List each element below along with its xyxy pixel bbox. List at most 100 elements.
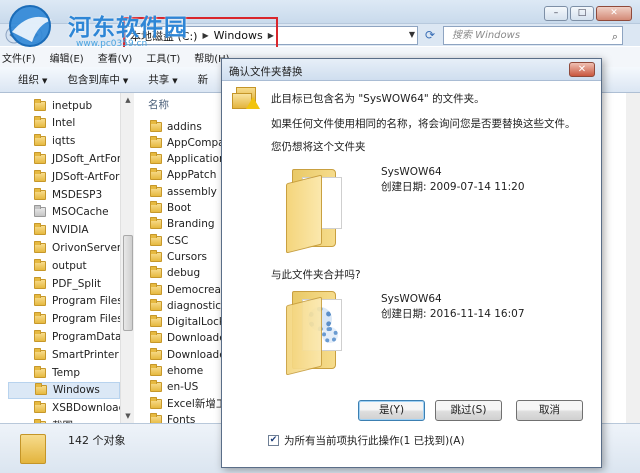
dialog-prompt-merge: 与此文件夹合并吗? — [271, 269, 361, 281]
folder-icon — [34, 276, 46, 289]
nav-item[interactable]: inetpub — [34, 97, 92, 114]
menu-view[interactable]: 查看(V) — [96, 50, 135, 65]
close-button[interactable]: ✕ — [596, 6, 632, 21]
list-item[interactable]: Downloaded — [150, 346, 232, 363]
nav-item[interactable]: MSOCache — [34, 204, 109, 221]
source-folder-date: 创建日期: 2009-07-14 11:20 — [381, 181, 525, 193]
list-item[interactable]: DigitalLocke — [150, 314, 231, 331]
list-item[interactable]: en-US — [150, 379, 198, 396]
gear-icon — [322, 327, 338, 343]
list-item[interactable]: Democreate — [150, 281, 232, 298]
nav-item[interactable]: output — [34, 257, 87, 274]
scroll-up-icon[interactable]: ▲ — [121, 93, 135, 107]
list-item[interactable]: Application — [150, 151, 226, 168]
minimize-button[interactable]: – — [544, 6, 568, 21]
folder-icon — [34, 312, 46, 325]
nav-item-label: OrivonServer — [52, 241, 122, 254]
nav-item-label: Temp — [52, 366, 80, 379]
list-item[interactable]: debug — [150, 265, 200, 282]
list-item[interactable]: Downloaded — [150, 330, 232, 347]
nav-item[interactable]: MSDESP3 — [34, 186, 102, 203]
cancel-button[interactable]: 取消 — [516, 400, 583, 421]
menu-edit[interactable]: 编辑(E) — [48, 50, 86, 65]
dialog-titlebar: 确认文件夹替换 ✕ — [222, 59, 601, 81]
list-item[interactable]: AppCompat — [150, 134, 229, 151]
column-header-name[interactable]: 名称 — [148, 97, 169, 112]
target-folder-info[interactable]: SysWOW64 创建日期: 2016-11-14 16:07 — [381, 292, 525, 322]
source-folder-icon[interactable] — [284, 163, 350, 254]
nav-item[interactable]: JDSoft-ArtForm — [34, 168, 130, 185]
folder-icon — [150, 135, 162, 148]
nav-item-label: MSDESP3 — [52, 188, 103, 201]
back-forward-icon[interactable] — [4, 26, 122, 44]
folder-icon — [150, 217, 162, 230]
item-count: 142 个对象 — [68, 434, 126, 447]
maximize-button[interactable]: □ — [570, 6, 594, 21]
filelist-scrollbar[interactable] — [626, 93, 640, 423]
search-input[interactable]: 搜索 Windows ⌕ — [443, 26, 623, 45]
nav-item-label: Program Files — [52, 313, 123, 326]
nav-item[interactable]: XSBDownload — [34, 400, 125, 417]
nav-item[interactable]: PDF_Split — [34, 275, 101, 292]
nav-item[interactable]: OrivonServer — [34, 239, 121, 256]
chevron-down-icon[interactable]: ▼ — [409, 30, 415, 39]
checkbox-check-icon[interactable]: ✔ — [268, 435, 279, 446]
nav-item[interactable]: Program Files — [34, 293, 123, 310]
folder-icon — [34, 116, 46, 129]
nav-item[interactable]: Temp — [34, 364, 80, 381]
nav-scroll-thumb[interactable] — [123, 235, 133, 331]
nav-item[interactable]: Program Files — [34, 311, 123, 328]
list-item-label: CSC — [167, 234, 189, 247]
list-item[interactable]: Branding — [150, 216, 215, 233]
list-item[interactable]: Fonts — [150, 411, 195, 423]
nav-scrollbar[interactable]: ▲ ▼ — [120, 93, 134, 423]
list-item-label: Branding — [167, 218, 215, 231]
nav-item[interactable]: SmartPrinter — [34, 346, 119, 363]
menu-file[interactable]: 文件(F) — [0, 50, 38, 65]
navigation-pane: inetpub Intel iqtts JDSoft_ArtForm JDSoft-Ar… — [0, 93, 134, 423]
nav-item[interactable]: NVIDIA — [34, 222, 89, 239]
list-item[interactable]: Boot — [150, 200, 191, 217]
folder-icon — [150, 184, 162, 197]
nav-item[interactable]: Intel — [34, 115, 75, 132]
dialog-prompt-keep: 您仍想将这个文件夹 — [271, 141, 366, 153]
list-item[interactable]: diagnostics — [150, 297, 227, 314]
menu-tools[interactable]: 工具(T) — [144, 50, 182, 65]
list-item[interactable]: addins — [150, 118, 202, 135]
scroll-down-icon[interactable]: ▼ — [121, 409, 135, 423]
folder-icon — [150, 282, 162, 295]
apply-to-all-checkbox[interactable]: ✔ 为所有当前项执行此操作(1 已找到)(A) — [268, 433, 465, 448]
search-icon[interactable]: ⌕ — [612, 28, 618, 45]
list-item[interactable]: ehome — [150, 363, 203, 380]
list-item-label: assembly — [167, 185, 217, 198]
yes-button[interactable]: 是(Y) — [358, 400, 425, 421]
nav-item[interactable]: JDSoft_ArtForm — [34, 150, 131, 167]
target-folder-date: 创建日期: 2016-11-14 16:07 — [381, 308, 525, 320]
list-item[interactable]: AppPatch — [150, 167, 216, 184]
include-label: 包含到库中 — [67, 74, 120, 86]
new-folder-button[interactable]: 新 — [198, 72, 209, 87]
nav-item[interactable]: iqtts — [34, 133, 75, 150]
skip-button[interactable]: 跳过(S) — [435, 400, 502, 421]
organize-button[interactable]: 组织 ▼ — [18, 72, 47, 87]
refresh-icon[interactable]: ⟳ — [421, 27, 439, 45]
folder-icon — [150, 298, 162, 311]
folder-icon — [34, 365, 46, 378]
list-item-label: Application — [167, 153, 226, 166]
list-item[interactable]: Excel新增工 — [150, 395, 226, 412]
dialog-close-button[interactable]: ✕ — [569, 62, 595, 77]
include-in-library-button[interactable]: 包含到库中 ▼ — [67, 72, 128, 87]
folder-icon — [150, 412, 162, 423]
share-button[interactable]: 共享 ▼ — [148, 72, 177, 87]
nav-item-label: iqtts — [52, 135, 76, 148]
nav-item-label: inetpub — [52, 99, 93, 112]
list-item[interactable]: CSC — [150, 232, 188, 249]
list-item[interactable]: Cursors — [150, 248, 207, 265]
nav-item[interactable]: ProgramData — [34, 328, 121, 345]
nav-item[interactable]: Windows — [8, 381, 120, 399]
target-folder-icon[interactable] — [284, 285, 350, 376]
folder-icon — [34, 134, 46, 147]
nav-item-label: Intel — [52, 117, 76, 130]
source-folder-info[interactable]: SysWOW64 创建日期: 2009-07-14 11:20 — [381, 165, 525, 195]
list-item[interactable]: assembly — [150, 183, 217, 200]
